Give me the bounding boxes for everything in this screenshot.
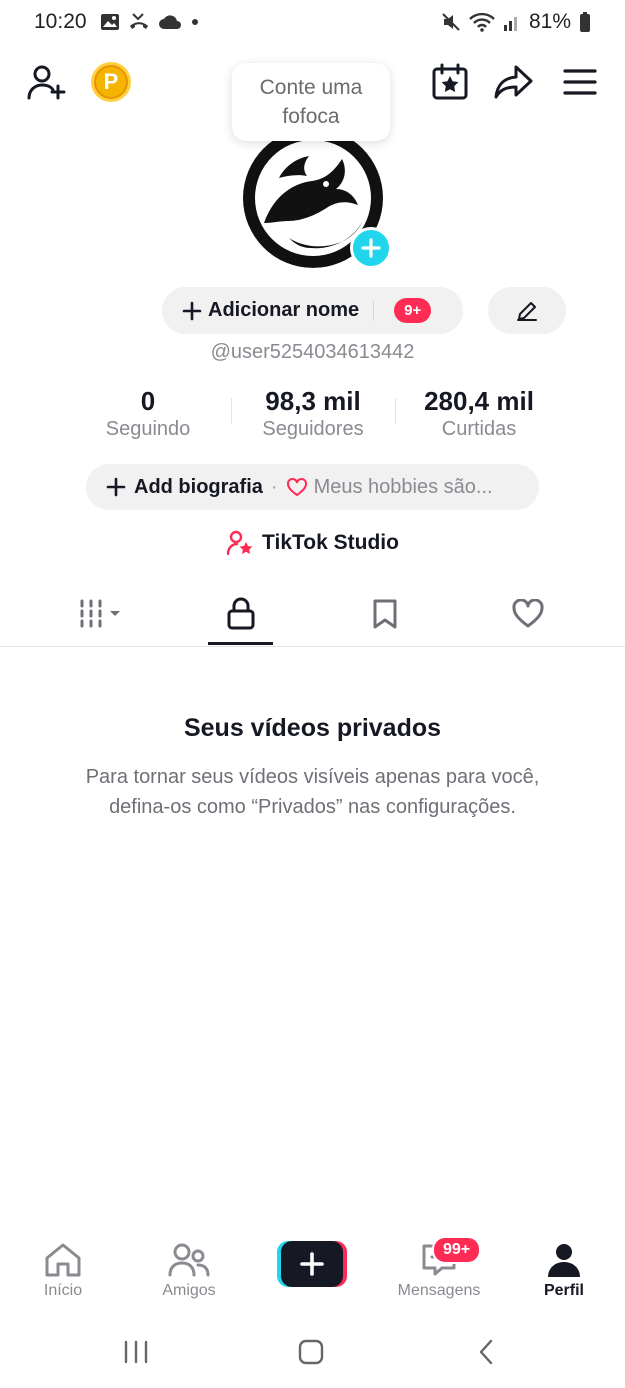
- plus-icon: [182, 301, 202, 320]
- nav-profile[interactable]: Perfil: [509, 1242, 619, 1300]
- home-square-icon: [298, 1339, 324, 1365]
- divider: [373, 300, 375, 321]
- fofoca-tooltip[interactable]: Conte uma fofoca: [232, 63, 390, 141]
- empty-state-title: Seus vídeos privados: [183, 714, 442, 742]
- profile-filled-icon: [548, 1244, 580, 1277]
- add-name-badge: 9+: [394, 298, 432, 323]
- add-name-label: Adicionar nome: [208, 299, 360, 321]
- back-button[interactable]: [462, 1332, 510, 1372]
- signal-icon: [503, 17, 517, 31]
- mute-icon: [442, 13, 460, 31]
- lock-icon: [227, 597, 255, 630]
- username: @user5254034613442: [210, 341, 415, 363]
- tab-videos[interactable]: [28, 582, 178, 646]
- status-system-icons: 81%: [441, 10, 591, 34]
- tiktok-studio-link[interactable]: TikTok Studio: [0, 530, 625, 556]
- stat-value: 280,4 mil: [424, 386, 534, 416]
- coin-button[interactable]: P: [91, 62, 131, 102]
- heart-icon: [512, 599, 544, 628]
- nav-friends[interactable]: Amigos: [134, 1242, 244, 1300]
- studio-label: TikTok Studio: [262, 531, 399, 554]
- nav-profile-label: Perfil: [543, 1282, 584, 1299]
- nav-home[interactable]: Início: [8, 1242, 118, 1300]
- stat-likes[interactable]: 280,4 mil Curtidas: [403, 386, 555, 442]
- stat-following[interactable]: 0 Seguindo: [88, 386, 208, 442]
- home-system-button[interactable]: [287, 1332, 335, 1372]
- add-avatar-button[interactable]: [350, 227, 392, 269]
- plus-icon: [106, 477, 126, 497]
- bio-hint: Meus hobbies são...: [313, 475, 493, 498]
- stat-label: Curtidas: [441, 418, 517, 440]
- tab-liked[interactable]: [453, 582, 603, 646]
- hamburger-menu-icon: [563, 69, 597, 95]
- add-friend-button[interactable]: [24, 60, 68, 104]
- status-time: 10:20: [34, 10, 87, 33]
- friends-icon: [168, 1243, 210, 1277]
- calendar-button[interactable]: [428, 60, 472, 104]
- add-bio-label: Add biografia: [134, 475, 263, 498]
- stat-value: 0: [140, 386, 156, 416]
- battery-percent: 81%: [528, 10, 571, 33]
- plus-icon: [361, 238, 381, 258]
- nav-messages-label: Mensagens: [397, 1282, 481, 1299]
- recent-apps-button[interactable]: [112, 1332, 160, 1372]
- stat-divider: [231, 398, 232, 424]
- share-arrow-icon: [494, 65, 533, 99]
- calendar-star-icon: [432, 63, 468, 100]
- bookmark-icon: [373, 599, 397, 629]
- status-bar: 10:20 81%: [0, 0, 625, 46]
- stat-value: 98,3 mil: [265, 386, 361, 416]
- tooltip-text: Conte uma fofoca: [259, 76, 363, 128]
- grid-icon: [80, 599, 120, 628]
- nav-home-label: Início: [43, 1282, 83, 1299]
- stat-label: Seguindo: [105, 418, 191, 440]
- creator-star-icon: [226, 530, 253, 556]
- status-notification-icons: [100, 12, 200, 32]
- edit-profile-button[interactable]: [488, 287, 566, 334]
- tab-private[interactable]: [166, 582, 316, 646]
- missed-call-icon: [130, 13, 148, 29]
- stat-label: Seguidores: [262, 418, 364, 440]
- cloud-icon: [159, 15, 181, 29]
- bio-separator: ·: [270, 475, 278, 498]
- messages-badge: 99+: [432, 1236, 482, 1264]
- tab-saved[interactable]: [310, 582, 460, 646]
- android-system-nav: [0, 1318, 625, 1388]
- back-chevron-icon: [479, 1339, 493, 1365]
- content-tabs: [0, 582, 625, 647]
- create-plus-icon: [277, 1241, 347, 1287]
- add-bio-button[interactable]: Add biografia · Meus hobbies são...: [86, 464, 539, 510]
- add-name-button[interactable]: Adicionar nome 9+: [162, 287, 463, 334]
- dot-icon: [192, 19, 198, 25]
- create-button[interactable]: [277, 1241, 347, 1287]
- empty-state-text: Para tornar seus vídeos visíveis apenas …: [85, 766, 540, 818]
- stat-divider: [395, 398, 396, 424]
- stat-followers[interactable]: 98,3 mil Seguidores: [238, 386, 388, 442]
- nav-friends-label: Amigos: [162, 1282, 216, 1299]
- recent-apps-icon: [124, 1340, 148, 1364]
- active-tab-indicator: [208, 642, 273, 645]
- heart-outline-icon: [286, 477, 307, 497]
- pencil-icon: [517, 301, 537, 321]
- home-icon: [45, 1243, 81, 1277]
- add-user-icon: [27, 65, 66, 100]
- battery-icon: [580, 12, 590, 32]
- share-button[interactable]: [492, 60, 536, 104]
- gallery-icon: [101, 14, 119, 30]
- menu-button[interactable]: [558, 60, 602, 104]
- wifi-icon: [469, 12, 495, 32]
